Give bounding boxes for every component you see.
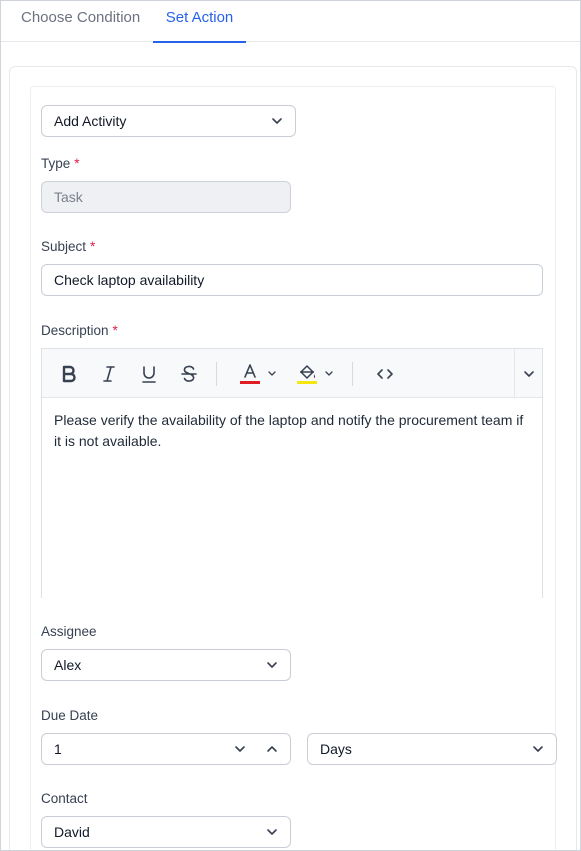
italic-icon[interactable]	[97, 362, 121, 386]
chevron-down-icon	[271, 115, 283, 127]
chevron-down-icon	[532, 743, 544, 755]
due-date-label: Due Date	[41, 708, 99, 723]
assignee-label: Assignee	[41, 624, 97, 639]
action-type-value: Add Activity	[54, 113, 127, 129]
subject-label: Subject *	[41, 239, 96, 254]
tab-choose-condition[interactable]: Choose Condition	[21, 1, 140, 42]
type-field: Task	[41, 181, 291, 213]
toolbar-more-button[interactable]	[514, 349, 542, 397]
underline-icon[interactable]	[137, 362, 161, 386]
more-chevron-icon	[523, 367, 535, 385]
description-label: Description *	[41, 323, 118, 338]
type-label: Type *	[41, 156, 80, 171]
subject-input[interactable]: Check laptop availability	[41, 264, 543, 296]
strikethrough-icon[interactable]	[177, 362, 201, 386]
contact-select[interactable]: David	[41, 816, 291, 848]
description-editor: Please verify the availability of the la…	[41, 348, 543, 598]
background-color-icon[interactable]	[295, 362, 339, 386]
editor-toolbar	[42, 349, 542, 398]
toolbar-divider	[216, 362, 217, 386]
description-text[interactable]: Please verify the availability of the la…	[54, 410, 530, 452]
required-marker: *	[74, 156, 80, 171]
assignee-value: Alex	[54, 657, 82, 673]
app-window: Choose Condition Set Action Add Activity…	[0, 0, 581, 851]
tab-set-action[interactable]: Set Action	[153, 1, 246, 43]
chevron-down-icon	[266, 826, 278, 838]
chevron-down-icon	[266, 659, 278, 671]
decrement-chevron-down-icon[interactable]	[234, 743, 246, 755]
required-marker: *	[112, 323, 118, 338]
bold-icon[interactable]	[57, 362, 81, 386]
tab-bar: Choose Condition Set Action	[1, 1, 580, 43]
increment-chevron-up-icon[interactable]	[266, 743, 278, 755]
contact-label: Contact	[41, 791, 88, 806]
due-date-amount-stepper[interactable]: 1	[41, 733, 291, 765]
source-code-icon[interactable]	[373, 362, 397, 386]
due-date-unit-value: Days	[320, 741, 352, 757]
contact-value: David	[54, 824, 90, 840]
font-color-icon[interactable]	[238, 362, 282, 386]
required-marker: *	[90, 239, 96, 254]
action-type-select[interactable]: Add Activity	[41, 105, 296, 137]
due-date-unit-select[interactable]: Days	[307, 733, 557, 765]
toolbar-divider	[352, 362, 353, 386]
assignee-select[interactable]: Alex	[41, 649, 291, 681]
due-date-amount-value: 1	[54, 741, 62, 757]
